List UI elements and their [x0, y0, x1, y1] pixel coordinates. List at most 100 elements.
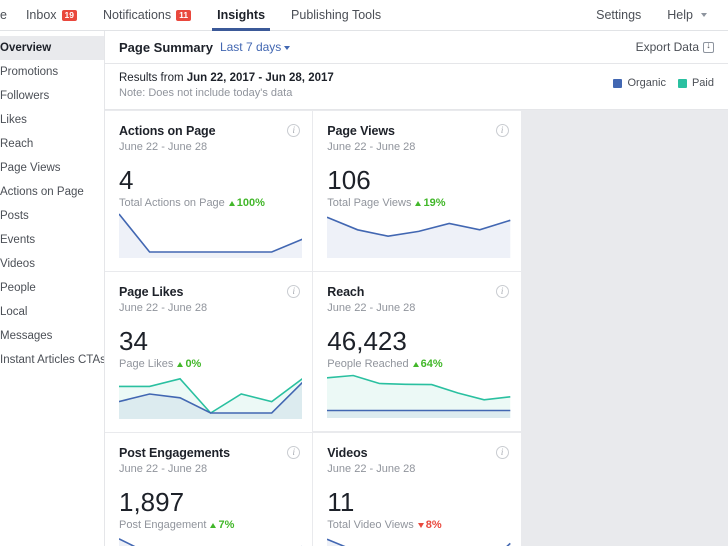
date-range-selector[interactable]: Last 7 days — [219, 40, 291, 54]
sidebar-item-actions-on-page[interactable]: Actions on Page — [0, 180, 104, 204]
sidebar-item-messages[interactable]: Messages — [0, 324, 104, 348]
metric-card-date-range: June 22 - June 28 — [119, 463, 208, 475]
metric-card-post-engagements[interactable]: Post Engagements June 22 - June 28 1,897 Po… — [105, 433, 313, 546]
results-prefix: Results from — [119, 72, 187, 84]
results-range-text: Results from Jun 22, 2017 - Jun 28, 2017 — [119, 71, 334, 86]
metric-cards-grid: Actions on Page June 22 - June 28 4 Total A… — [105, 110, 728, 546]
nav-tab-notifications[interactable]: Notifications 11 — [90, 0, 204, 31]
sidebar-item-local[interactable]: Local — [0, 300, 104, 324]
legend-swatch-icon — [613, 78, 623, 88]
nav-tab-label: e — [0, 8, 7, 22]
info-icon[interactable]: i — [287, 124, 301, 137]
legend-swatch-icon — [677, 78, 687, 88]
top-nav-left-group: e Inbox 19 Notifications 11 Insights Publishin… — [0, 0, 394, 31]
triangle-up-icon — [210, 522, 217, 528]
metric-card-videos[interactable]: Videos June 22 - June 28 11 Total Video Vie… — [313, 433, 521, 546]
metric-card-sparkline — [327, 208, 511, 258]
triangle-up-icon — [415, 200, 422, 206]
date-range-label: Last 7 days — [219, 40, 282, 54]
sidebar-item-events[interactable]: Events — [0, 228, 104, 252]
metric-card-actions-on-page[interactable]: Actions on Page June 22 - June 28 4 Total A… — [105, 111, 313, 271]
sidebar-item-label: Followers — [0, 90, 50, 102]
chevron-down-icon — [284, 46, 291, 50]
nav-help-button[interactable]: Help — [654, 0, 720, 31]
metric-card-page-likes[interactable]: Page Likes June 22 - June 28 34 Page Likes 0… — [105, 272, 313, 432]
legend-item-paid: Paid — [677, 77, 714, 89]
nav-tab-publishing-tools[interactable]: Publishing Tools — [278, 0, 394, 31]
metric-card-reach[interactable]: Reach June 22 - June 28 46,423 People Reach… — [313, 272, 521, 431]
nav-tab-label: Inbox — [25, 8, 57, 22]
legend-label: Organic — [627, 77, 666, 89]
sidebar-item-label: People — [0, 282, 36, 294]
sidebar-item-likes[interactable]: Likes — [0, 108, 104, 132]
page-title: Page Summary — [119, 39, 213, 55]
nav-tab-e[interactable]: e — [0, 0, 13, 31]
sidebar-item-overview[interactable]: Overview — [0, 36, 104, 60]
triangle-down-icon — [417, 522, 424, 528]
info-icon[interactable]: i — [495, 124, 509, 137]
results-text-block: Results from Jun 22, 2017 - Jun 28, 2017… — [119, 71, 334, 100]
page-summary-header: Page Summary Last 7 days Export Data — [105, 31, 728, 64]
nav-settings-button[interactable]: Settings — [583, 0, 654, 31]
sidebar-item-videos[interactable]: Videos — [0, 252, 104, 276]
results-range: Jun 22, 2017 - Jun 28, 2017 — [186, 72, 334, 84]
nav-tab-label: Insights — [217, 8, 266, 22]
info-icon[interactable]: i — [287, 446, 301, 459]
triangle-up-icon — [177, 361, 184, 367]
sidebar-item-label: Page Views — [0, 162, 61, 174]
sidebar-item-label: Events — [0, 234, 36, 246]
info-icon[interactable]: i — [495, 446, 509, 459]
results-summary-bar: Results from Jun 22, 2017 - Jun 28, 2017… — [105, 64, 728, 110]
nav-link-label: Settings — [596, 8, 642, 22]
metric-card-sparkline — [119, 369, 303, 419]
sidebar-item-followers[interactable]: Followers — [0, 84, 104, 108]
sidebar-item-page-views[interactable]: Page Views — [0, 156, 104, 180]
info-icon[interactable]: i — [287, 285, 301, 298]
metric-card-value: 106 — [327, 165, 371, 195]
sidebar-item-people[interactable]: People — [0, 276, 104, 300]
metric-card-sparkline — [327, 368, 511, 418]
metric-card-value: 34 — [119, 326, 148, 356]
chevron-down-icon — [701, 13, 707, 17]
nav-tab-inbox[interactable]: Inbox 19 — [13, 0, 90, 31]
metric-card-title: Page Likes — [119, 285, 184, 299]
page-body: Overview Promotions Followers Likes Reach Pag… — [0, 31, 728, 546]
metric-card-sparkline — [119, 208, 303, 258]
download-icon — [703, 40, 714, 53]
nav-link-label: Help — [667, 8, 693, 22]
metric-card-page-views[interactable]: Page Views June 22 - June 28 106 Total Page… — [313, 111, 521, 271]
top-navigation-bar: e Inbox 19 Notifications 11 Insights Publishin… — [0, 0, 728, 31]
triangle-up-icon — [228, 200, 235, 206]
insights-sidebar: Overview Promotions Followers Likes Reach Pag… — [0, 31, 105, 546]
metric-card-sparkline — [119, 529, 302, 546]
sidebar-item-instant-articles-ctas[interactable]: Instant Articles CTAs — [0, 348, 104, 372]
metric-card-title: Videos — [327, 446, 368, 460]
nav-badge-count: 19 — [61, 9, 78, 21]
export-data-label: Export Data — [635, 40, 699, 54]
sidebar-item-label: Posts — [0, 210, 29, 222]
sidebar-item-label: Instant Articles CTAs — [0, 354, 105, 366]
metric-card-title: Actions on Page — [119, 124, 216, 138]
metric-card-date-range: June 22 - June 28 — [327, 463, 416, 475]
top-nav-right-group: Settings Help — [583, 0, 728, 30]
metric-card-date-range: June 22 - June 28 — [327, 141, 416, 153]
metric-card-date-range: June 22 - June 28 — [327, 302, 416, 314]
metric-card-value: 1,897 — [119, 487, 185, 517]
results-note: Note: Does not include today's data — [119, 87, 293, 99]
export-data-button[interactable]: Export Data — [636, 40, 714, 54]
chart-legend: Organic Paid — [613, 71, 714, 89]
nav-badge-count: 11 — [176, 9, 192, 21]
legend-item-organic: Organic — [613, 77, 666, 89]
sidebar-item-label: Videos — [0, 258, 35, 270]
sidebar-item-reach[interactable]: Reach — [0, 132, 104, 156]
info-icon[interactable]: i — [495, 285, 509, 298]
nav-tab-label: Publishing Tools — [291, 8, 382, 22]
sidebar-item-label: Local — [0, 306, 28, 318]
nav-tab-label: Notifications — [103, 8, 172, 22]
sidebar-item-promotions[interactable]: Promotions — [0, 60, 104, 84]
sidebar-item-posts[interactable]: Posts — [0, 204, 104, 228]
nav-tab-insights[interactable]: Insights — [204, 0, 278, 31]
sidebar-item-label: Likes — [0, 114, 27, 126]
triangle-up-icon — [412, 361, 419, 367]
metric-card-value: 11 — [327, 487, 355, 517]
